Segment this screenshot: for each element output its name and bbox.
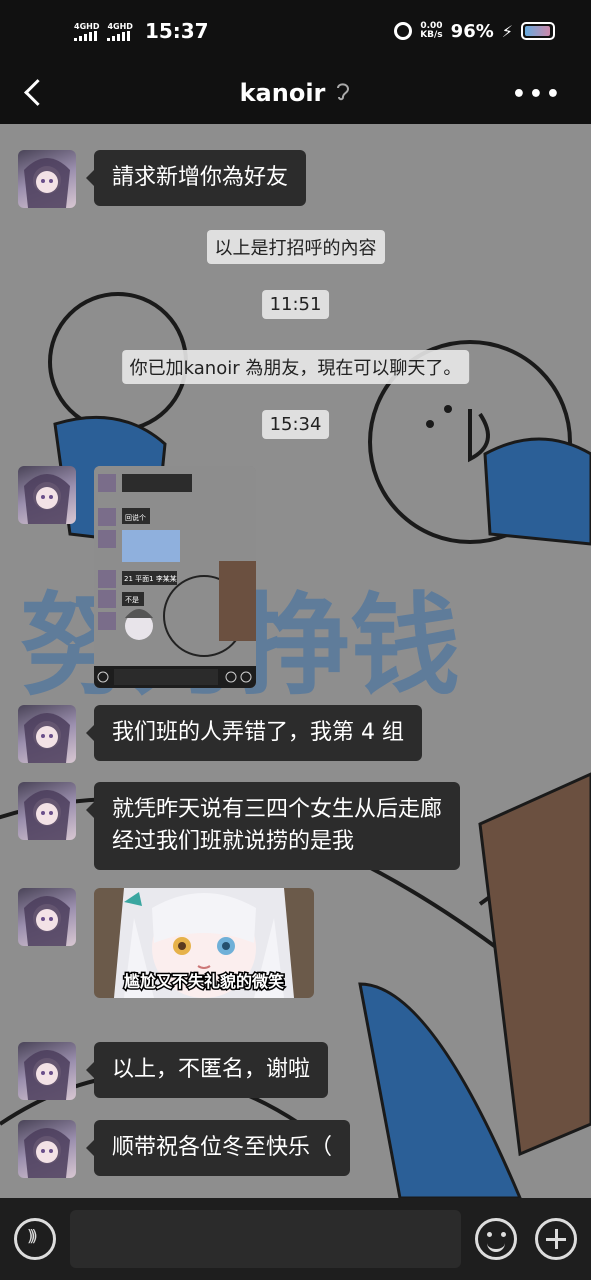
chat-background-art: 努力挣钱 [0, 292, 591, 1198]
alarm-icon [394, 22, 413, 40]
screenshot-text: 不是 [125, 596, 139, 604]
input-bar [0, 1198, 591, 1280]
system-notice: 以上是打招呼的內容 [206, 230, 385, 264]
message-text: 請求新增你為好友 [112, 165, 289, 190]
screenshot-image[interactable]: 回说个 21 平面1 李某某 不是 [94, 466, 256, 688]
sticker-image[interactable]: 尴尬又不失礼貌的微笑 [94, 888, 314, 998]
message-bubble[interactable]: 就凭昨天说有三四个女生从后走廊 经过我们班就说捞的是我 [85, 782, 461, 870]
message-bubble[interactable]: 顺带祝各位冬至快乐（ [85, 1120, 351, 1176]
avatar[interactable] [18, 1120, 76, 1178]
earpiece-icon [335, 81, 351, 106]
chat-title: kanoir [239, 79, 326, 107]
plus-icon[interactable] [535, 1218, 577, 1260]
charging-icon: ⚡ [501, 21, 513, 41]
message-text-line2: 经过我们班就说捞的是我 [112, 829, 355, 854]
voice-icon[interactable] [14, 1218, 56, 1260]
net-speed: 0.00 KB/s [420, 22, 442, 40]
battery-icon [521, 22, 555, 40]
message-text: 我们班的人弄错了，我第 4 组 [112, 720, 404, 745]
avatar[interactable] [18, 150, 76, 208]
timestamp: 15:34 [261, 410, 330, 439]
message-bubble[interactable]: 請求新增你為好友 [85, 150, 307, 206]
status-time: 15:37 [144, 19, 209, 43]
message-text: 以上，不匿名，谢啦 [112, 1057, 311, 1082]
sticker-caption: 尴尬又不失礼貌的微笑 [124, 972, 284, 991]
signal-sim2: 4GHD [107, 21, 133, 41]
message-bubble[interactable]: 以上，不匿名，谢啦 [85, 1042, 329, 1098]
emoji-icon[interactable] [475, 1218, 517, 1260]
avatar[interactable] [18, 705, 76, 763]
sim2-label: 4GHD [107, 21, 133, 31]
screenshot-text: 回说个 [125, 513, 146, 522]
signal-bars-icon [74, 30, 97, 41]
back-icon[interactable] [20, 76, 50, 110]
signal-sim1: 4GHD [74, 22, 99, 41]
system-notice: 你已加kanoir 為朋友，現在可以聊天了。 [121, 350, 470, 384]
avatar[interactable] [18, 1042, 76, 1100]
message-input[interactable] [70, 1210, 461, 1268]
battery-percent: 96% [450, 20, 494, 42]
chat-header: kanoir ••• [0, 62, 591, 124]
status-bar: 4GHD 4GHD 15:37 0.00 KB/s 96% ⚡ [0, 0, 591, 62]
net-speed-unit: KB/s [420, 30, 443, 40]
message-text-line1: 就凭昨天说有三四个女生从后走廊 [112, 797, 443, 822]
more-icon[interactable]: ••• [512, 82, 563, 107]
avatar[interactable] [18, 466, 76, 524]
chat-area[interactable]: 努力挣钱 請求新增你為好友 以上是打招呼的內容 11:51 你已加kanoir … [0, 124, 591, 1198]
screenshot-text: 21 平面1 李某某 [124, 574, 177, 583]
avatar[interactable] [18, 782, 76, 840]
avatar[interactable] [18, 888, 76, 946]
message-bubble[interactable]: 我们班的人弄错了，我第 4 组 [86, 705, 422, 761]
signal-bars-icon [107, 30, 131, 41]
message-text: 顺带祝各位冬至快乐（ [112, 1135, 333, 1160]
sim1-label: 4GHD [74, 21, 100, 31]
timestamp: 11:51 [261, 290, 330, 319]
